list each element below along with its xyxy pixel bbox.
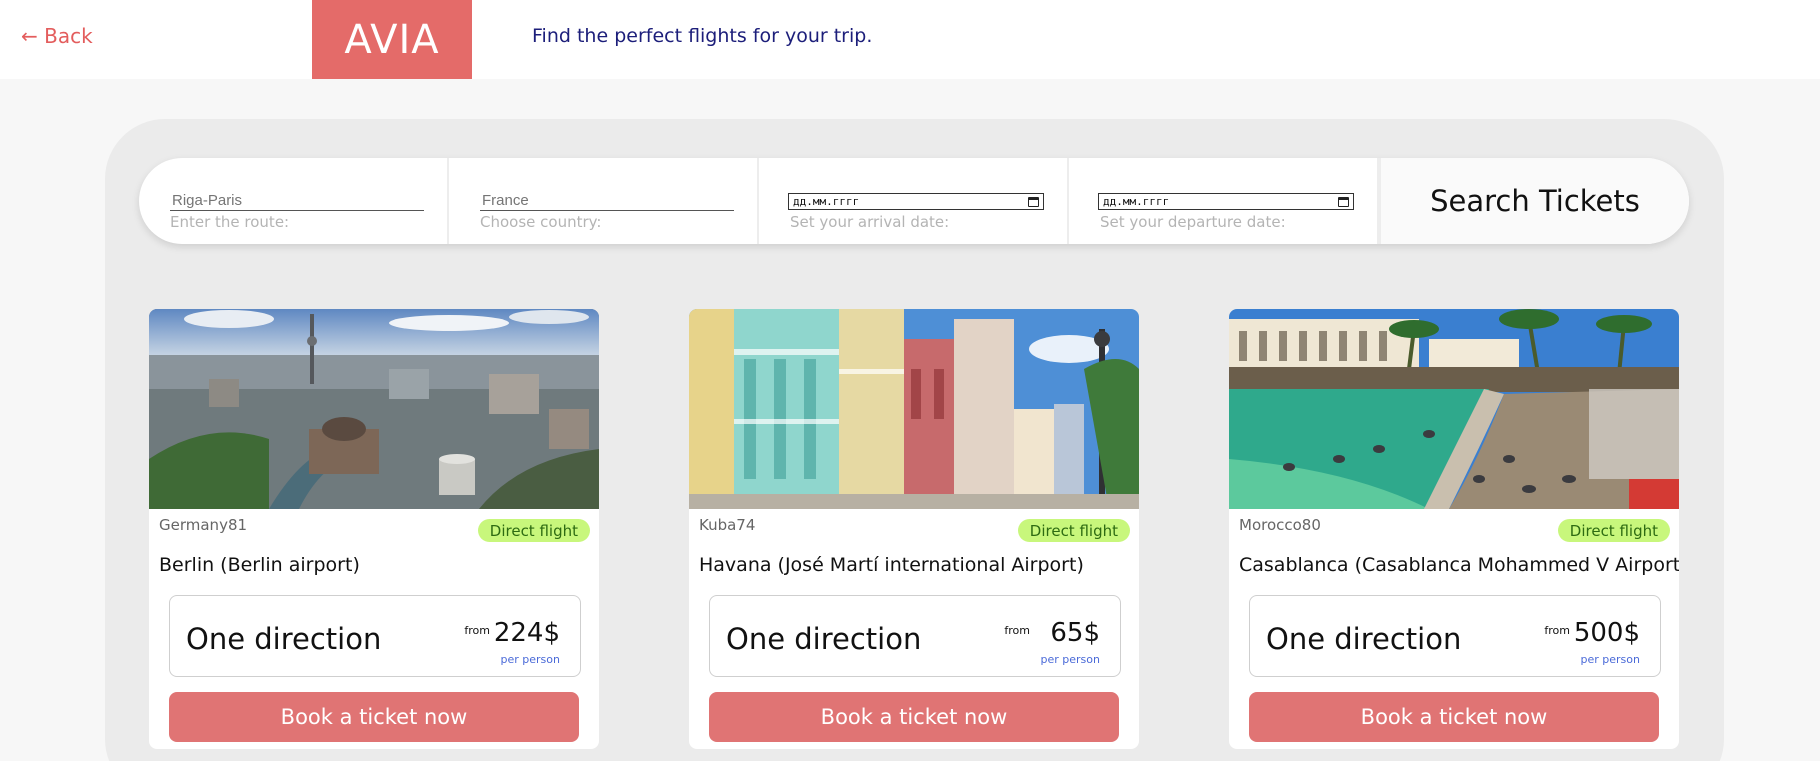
destination-city: Havana (José Martí international Airport… <box>699 554 1084 576</box>
avia-logo: AVIA <box>312 0 472 79</box>
country-input[interactable] <box>480 191 734 211</box>
flight-code: Germany81 <box>159 516 248 534</box>
direction-label: One direction <box>726 622 922 656</box>
search-tickets-button[interactable]: Search Tickets <box>1379 158 1689 244</box>
arrival-hint: Set your arrival date: <box>790 213 950 231</box>
route-hint: Enter the route: <box>170 213 290 231</box>
flight-card-berlin: Germany81 Direct flight Berlin (Berlin a… <box>149 309 599 749</box>
flight-code: Morocco80 <box>1239 516 1321 534</box>
per-person-label: per person <box>1580 653 1640 666</box>
direct-flight-badge: Direct flight <box>477 519 590 542</box>
departure-hint: Set your departure date: <box>1100 213 1286 231</box>
direction-label: One direction <box>1266 622 1462 656</box>
route-input[interactable] <box>170 191 424 211</box>
top-header: ← Back AVIA Find the perfect flights for… <box>0 0 1820 79</box>
destination-city: Berlin (Berlin airport) <box>159 554 360 576</box>
calendar-icon[interactable] <box>1028 196 1039 207</box>
per-person-label: per person <box>1040 653 1100 666</box>
havana-city-image <box>689 309 1139 509</box>
price-box: One direction from 500$ per person <box>1249 595 1661 677</box>
price-box: One direction from 65$ per person <box>709 595 1121 677</box>
direct-flight-badge: Direct flight <box>1017 519 1130 542</box>
from-label: from <box>1004 624 1030 637</box>
arrival-date-field: дд.мм.гггг Set your arrival date: <box>759 158 1069 244</box>
casablanca-city-image <box>1229 309 1679 509</box>
price-value: 500$ <box>1573 618 1640 648</box>
calendar-icon[interactable] <box>1338 196 1349 207</box>
departure-date-field: дд.мм.гггг Set your departure date: <box>1069 158 1379 244</box>
direction-label: One direction <box>186 622 382 656</box>
back-link[interactable]: ← Back <box>21 24 93 48</box>
country-hint: Choose country: <box>480 213 602 231</box>
price-value: 65$ <box>1050 618 1100 648</box>
direct-flight-badge: Direct flight <box>1557 519 1670 542</box>
arrival-date-input[interactable]: дд.мм.гггг <box>788 193 1044 210</box>
flight-card-casablanca: Morocco80 Direct flight Casablanca (Casa… <box>1229 309 1679 749</box>
search-bar: Enter the route: Choose country: дд.мм.г… <box>139 158 1689 244</box>
flight-card-havana: Kuba74 Direct flight Havana (José Martí … <box>689 309 1139 749</box>
departure-date-input[interactable]: дд.мм.гггг <box>1098 193 1354 210</box>
header-tagline: Find the perfect flights for your trip. <box>532 25 873 47</box>
berlin-city-image <box>149 309 599 509</box>
book-ticket-button[interactable]: Book a ticket now <box>709 692 1119 742</box>
book-ticket-button[interactable]: Book a ticket now <box>1249 692 1659 742</box>
arrival-date-value: дд.мм.гггг <box>793 195 860 208</box>
per-person-label: per person <box>500 653 560 666</box>
flight-code: Kuba74 <box>699 516 756 534</box>
route-field: Enter the route: <box>139 158 449 244</box>
price-value: 224$ <box>493 618 560 648</box>
from-label: from <box>1544 624 1570 637</box>
departure-date-value: дд.мм.гггг <box>1103 195 1170 208</box>
from-label: from <box>464 624 490 637</box>
price-box: One direction from 224$ per person <box>169 595 581 677</box>
destination-city: Casablanca (Casablanca Mohammed V Airpor… <box>1239 554 1679 576</box>
book-ticket-button[interactable]: Book a ticket now <box>169 692 579 742</box>
country-field: Choose country: <box>449 158 759 244</box>
